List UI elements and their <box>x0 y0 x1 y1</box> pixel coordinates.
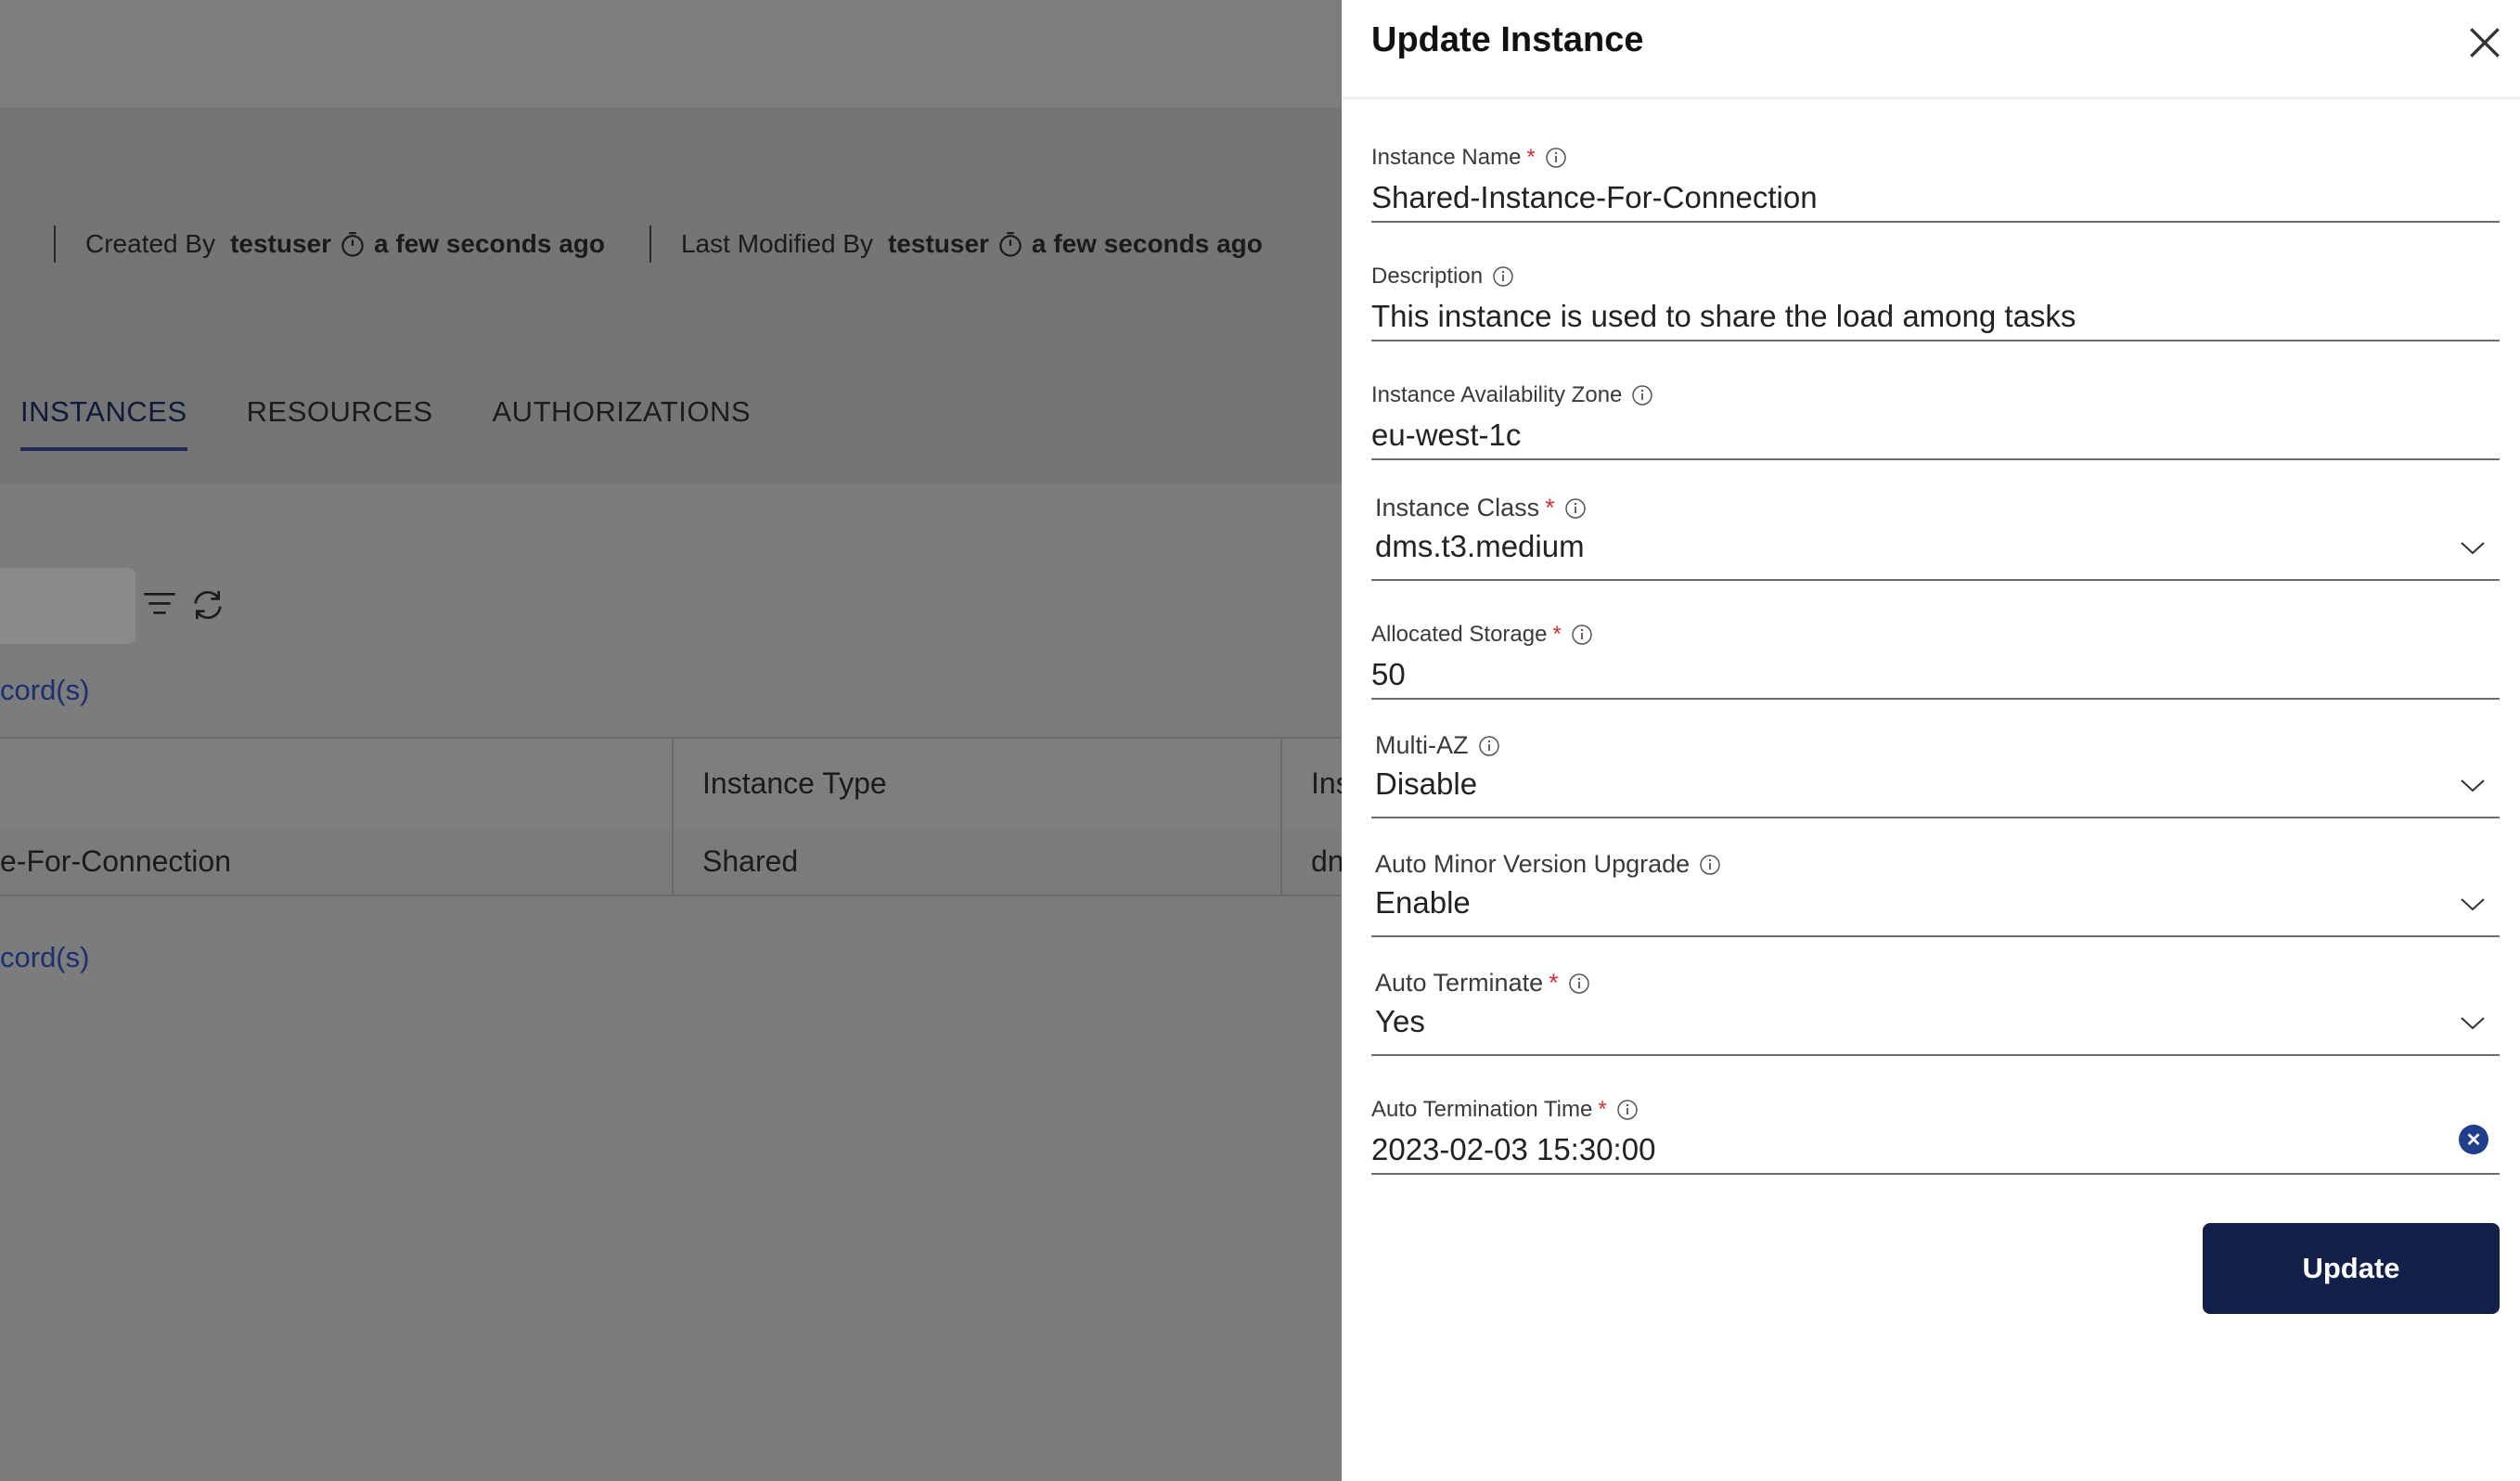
label-text: Instance Class <box>1375 494 1540 522</box>
description-input[interactable]: This instance is used to share the load … <box>1371 299 2076 334</box>
auto-minor-upgrade-value: Enable <box>1375 885 1471 920</box>
instance-class-label: Instance Class * <box>1375 494 1587 522</box>
auto-terminate-label: Auto Terminate * <box>1375 969 1590 998</box>
tab-instances[interactable]: INSTANCES <box>20 388 187 451</box>
auto-terminate-value: Yes <box>1375 1004 1425 1038</box>
chevron-down-icon[interactable] <box>2459 895 2487 913</box>
modified-by-user: testuser <box>887 229 989 258</box>
auto-termination-time-field[interactable]: Auto Termination Time * 2023-02-03 15:30… <box>1371 1093 2500 1175</box>
required-marker: * <box>1598 1097 1607 1122</box>
label-text: Multi-AZ <box>1375 731 1469 759</box>
drawer-title: Update Instance <box>1371 20 1644 59</box>
modified-time: a few seconds ago <box>1031 229 1263 258</box>
multi-az-select[interactable]: Multi-AZ Disable <box>1371 726 2500 818</box>
instance-class-select[interactable]: Instance Class * dms.t3.medium <box>1371 488 2500 581</box>
info-icon[interactable] <box>1545 147 1567 169</box>
cell-instance-name: e-For-Connection <box>0 844 231 878</box>
tab-bar: INSTANCES RESOURCES AUTHORIZATIONS <box>20 388 810 455</box>
search-input[interactable] <box>0 568 135 644</box>
divider <box>54 225 56 263</box>
refresh-icon[interactable] <box>189 586 226 624</box>
created-by-label: Created By <box>85 229 216 258</box>
cell-instance-class: dn <box>1311 844 1344 878</box>
top-bar <box>0 0 1342 108</box>
clear-icon[interactable]: ✕ <box>2459 1125 2488 1154</box>
required-marker: * <box>1545 494 1555 522</box>
filter-icon[interactable] <box>141 586 178 624</box>
chevron-down-icon[interactable] <box>2459 1013 2487 1032</box>
record-count-link[interactable]: cord(s) <box>0 674 89 707</box>
label-text: Auto Terminate <box>1375 969 1544 997</box>
update-button[interactable]: Update <box>2203 1223 2500 1314</box>
chevron-down-icon[interactable] <box>2459 776 2487 794</box>
availability-zone-input[interactable]: eu-west-1c <box>1371 418 1521 453</box>
availability-zone-label: Instance Availability Zone <box>1371 382 1653 408</box>
instance-class-value: dms.t3.medium <box>1375 529 1585 563</box>
instance-name-label: Instance Name * <box>1371 145 1567 171</box>
info-icon[interactable] <box>1616 1099 1639 1121</box>
auto-terminate-select[interactable]: Auto Terminate * Yes <box>1371 963 2500 1056</box>
cell-instance-type: Shared <box>702 844 799 878</box>
required-marker: * <box>1526 145 1536 170</box>
info-icon[interactable] <box>1699 854 1721 876</box>
auto-termination-time-label: Auto Termination Time * <box>1371 1097 1639 1123</box>
auto-termination-time-input[interactable]: 2023-02-03 15:30:00 <box>1371 1132 1655 1167</box>
table-header: Instance Type Ins <box>0 737 1351 833</box>
allocated-storage-label: Allocated Storage * <box>1371 622 1593 648</box>
table-row[interactable]: e-For-Connection Shared dn <box>0 830 1344 896</box>
created-by-user: testuser <box>230 229 332 258</box>
modified-by-label: Last Modified By <box>680 229 873 258</box>
label-text: Description <box>1371 264 1484 289</box>
availability-zone-field[interactable]: Instance Availability Zone eu-west-1c <box>1371 379 2500 460</box>
instance-name-field[interactable]: Instance Name * Shared-Instance-For-Conn… <box>1371 141 2500 223</box>
label-text: Allocated Storage <box>1371 622 1548 647</box>
required-marker: * <box>1549 969 1559 997</box>
column-divider <box>1280 739 1282 831</box>
info-icon[interactable] <box>1478 735 1500 757</box>
column-divider <box>672 739 674 831</box>
update-instance-drawer: Update Instance Instance Name * Shared-I… <box>1342 0 2520 1481</box>
stopwatch-icon <box>341 232 364 257</box>
allocated-storage-field[interactable]: Allocated Storage * 50 <box>1371 618 2500 700</box>
divider <box>649 225 651 263</box>
multi-az-label: Multi-AZ <box>1375 731 1500 760</box>
tab-resources[interactable]: RESOURCES <box>247 388 433 455</box>
label-text: Instance Availability Zone <box>1371 382 1623 407</box>
allocated-storage-input[interactable]: 50 <box>1371 657 1406 692</box>
close-icon[interactable] <box>2464 22 2505 63</box>
column-divider <box>672 830 674 895</box>
auto-minor-upgrade-select[interactable]: Auto Minor Version Upgrade Enable <box>1371 844 2500 937</box>
record-count-link[interactable]: cord(s) <box>0 941 89 974</box>
drawer-header: Update Instance <box>1342 0 2520 99</box>
stopwatch-icon <box>999 232 1022 257</box>
column-divider <box>1280 830 1282 895</box>
instance-name-input[interactable]: Shared-Instance-For-Connection <box>1371 180 1818 215</box>
auto-minor-upgrade-label: Auto Minor Version Upgrade <box>1375 850 1721 879</box>
required-marker: * <box>1552 622 1562 647</box>
created-time: a few seconds ago <box>374 229 605 258</box>
chevron-down-icon[interactable] <box>2459 538 2487 557</box>
info-icon[interactable] <box>1564 497 1587 520</box>
description-label: Description <box>1371 264 1514 290</box>
label-text: Auto Minor Version Upgrade <box>1375 850 1691 878</box>
label-text: Instance Name <box>1371 145 1522 170</box>
column-header-instance-type[interactable]: Instance Type <box>702 766 887 801</box>
tab-authorizations[interactable]: AUTHORIZATIONS <box>493 388 752 455</box>
description-field[interactable]: Description This instance is used to sha… <box>1371 260 2500 341</box>
info-icon[interactable] <box>1568 972 1590 995</box>
info-icon[interactable] <box>1631 384 1653 406</box>
info-icon[interactable] <box>1571 624 1593 646</box>
label-text: Auto Termination Time <box>1371 1097 1593 1122</box>
multi-az-value: Disable <box>1375 766 1478 801</box>
audit-info: Created By testuser a few seconds ago La… <box>54 225 1263 263</box>
info-icon[interactable] <box>1492 265 1514 288</box>
background-page: Created By testuser a few seconds ago La… <box>0 0 1351 1481</box>
